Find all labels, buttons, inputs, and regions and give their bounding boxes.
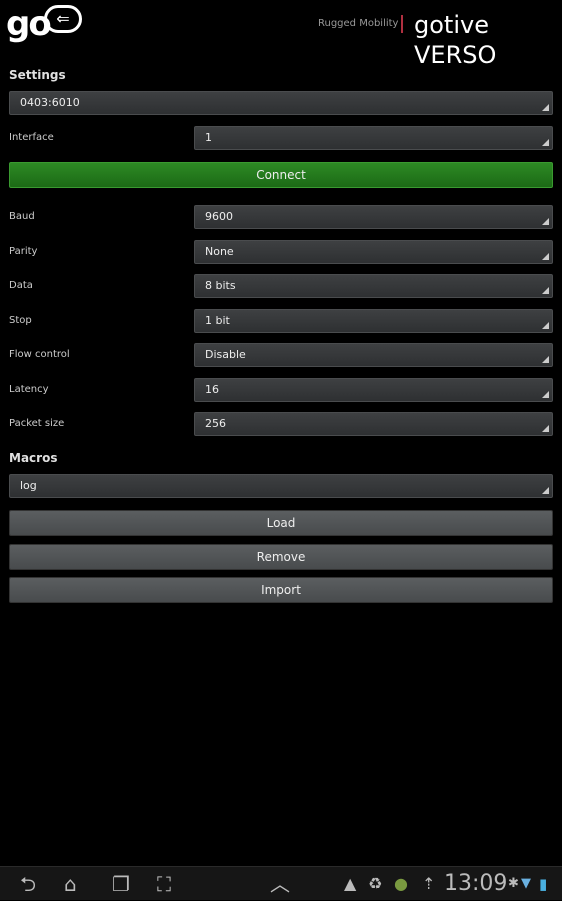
stop-value: 1 bit xyxy=(205,313,230,327)
wifi-icon: ▼ xyxy=(521,876,531,891)
upload-icon[interactable]: ⇡ xyxy=(422,867,435,901)
data-spinner[interactable]: 8 bits xyxy=(194,274,553,298)
stop-label: Stop xyxy=(9,314,32,326)
brand-tagline: Rugged Mobility xyxy=(318,18,399,29)
dropdown-icon xyxy=(542,356,549,363)
warning-icon[interactable]: ▲ xyxy=(344,867,356,901)
settings-title: Settings xyxy=(9,68,66,82)
interface-value: 1 xyxy=(205,131,212,144)
interface-label: Interface xyxy=(9,132,54,143)
latency-value: 16 xyxy=(205,382,219,396)
interface-spinner[interactable]: 1 xyxy=(194,126,553,150)
macro-spinner[interactable]: log xyxy=(9,474,553,498)
baud-label: Baud xyxy=(9,211,35,222)
clock: 13:09 xyxy=(444,871,508,896)
bluetooth-icon: ✱ xyxy=(508,876,519,891)
import-button[interactable]: Import xyxy=(9,577,553,603)
flow-control-spinner[interactable]: Disable xyxy=(194,343,553,367)
dropdown-icon xyxy=(542,487,549,494)
load-button[interactable]: Load xyxy=(9,510,553,536)
usb-icon: ⇐ xyxy=(44,5,82,33)
baud-spinner[interactable]: 9600 xyxy=(194,205,553,229)
dropdown-icon xyxy=(542,139,549,146)
device-value: 0403:6010 xyxy=(20,96,80,109)
system-bar: ⮌ ⌂ ❐ ⛶ ︿ ▲ ♻ ● ⇡ 13:09 ✱ ▼ ▮ xyxy=(0,866,562,900)
chevron-up-icon[interactable]: ︿ xyxy=(270,867,290,901)
recycle-icon[interactable]: ♻ xyxy=(368,867,382,901)
data-value: 8 bits xyxy=(205,279,236,292)
flow-control-value: Disable xyxy=(205,348,246,361)
back-icon[interactable]: ⮌ xyxy=(20,867,36,901)
packet-size-value: 256 xyxy=(205,417,226,430)
android-icon[interactable]: ● xyxy=(394,867,408,901)
dropdown-icon xyxy=(542,390,549,398)
device-spinner[interactable]: 0403:6010 xyxy=(9,91,553,115)
parity-label: Parity xyxy=(9,245,38,257)
recent-apps-icon[interactable]: ❐ xyxy=(112,867,130,901)
stop-spinner[interactable]: 1 bit xyxy=(194,308,553,333)
remove-button[interactable]: Remove xyxy=(9,544,553,570)
screenshot-icon[interactable]: ⛶ xyxy=(157,867,171,901)
latency-label: Latency xyxy=(9,383,49,395)
divider xyxy=(401,15,403,33)
parity-spinner[interactable]: None xyxy=(194,239,553,264)
macro-value: log xyxy=(20,479,37,492)
baud-value: 9600 xyxy=(205,210,233,223)
dropdown-icon xyxy=(542,252,549,260)
brand-name: gotive VERSO xyxy=(414,11,497,69)
dropdown-icon xyxy=(542,104,549,111)
macros-title: Macros xyxy=(9,451,58,465)
data-label: Data xyxy=(9,280,33,291)
dropdown-icon xyxy=(542,425,549,432)
flow-control-label: Flow control xyxy=(9,349,70,360)
dropdown-icon xyxy=(542,287,549,294)
home-icon[interactable]: ⌂ xyxy=(64,867,77,901)
connect-button[interactable]: Connect xyxy=(9,162,553,188)
app-logo: go xyxy=(6,4,52,44)
parity-value: None xyxy=(205,244,234,258)
packet-size-spinner[interactable]: 256 xyxy=(194,412,553,436)
battery-icon: ▮ xyxy=(539,875,548,893)
dropdown-icon xyxy=(542,321,549,329)
dropdown-icon xyxy=(542,218,549,225)
packet-size-label: Packet size xyxy=(9,418,65,429)
latency-spinner[interactable]: 16 xyxy=(194,377,553,402)
